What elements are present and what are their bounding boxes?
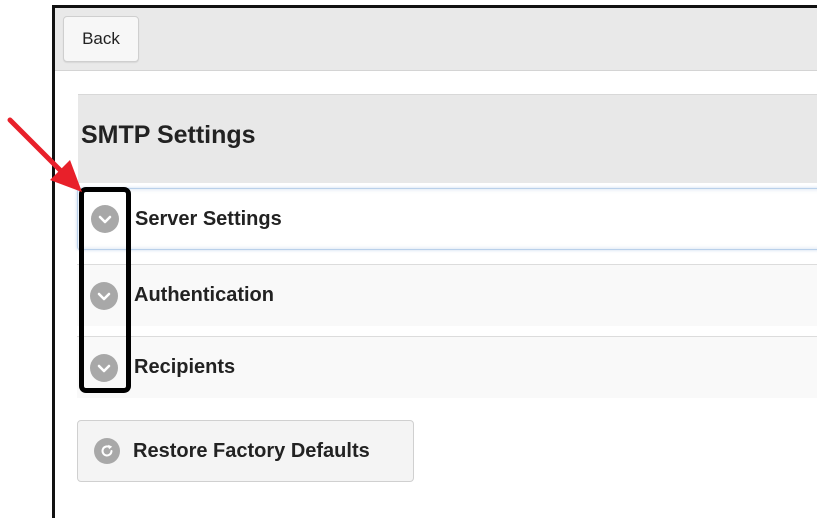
restore-button-label: Restore Factory Defaults <box>133 439 370 462</box>
section-label: Recipients <box>134 356 236 378</box>
screenshot-stage: Back SMTP Settings Server Settings Authe… <box>0 0 817 518</box>
annotation-arrow-icon <box>7 117 82 192</box>
section-label: Server Settings <box>135 207 282 230</box>
top-toolbar: Back <box>55 8 817 71</box>
section-label: Authentication <box>134 284 274 306</box>
app-window: Back SMTP Settings Server Settings Authe… <box>52 5 817 518</box>
section-recipients[interactable]: Recipients <box>77 336 817 398</box>
section-authentication[interactable]: Authentication <box>77 264 817 326</box>
refresh-icon <box>94 438 120 464</box>
back-button-label: Back <box>82 29 120 48</box>
page-header: SMTP Settings <box>78 94 817 183</box>
page-title: SMTP Settings <box>81 121 256 149</box>
section-server-settings[interactable]: Server Settings <box>77 188 817 250</box>
back-button[interactable]: Back <box>63 16 139 62</box>
annotation-highlight-box <box>79 187 131 393</box>
restore-factory-defaults-button[interactable]: Restore Factory Defaults <box>77 420 414 482</box>
